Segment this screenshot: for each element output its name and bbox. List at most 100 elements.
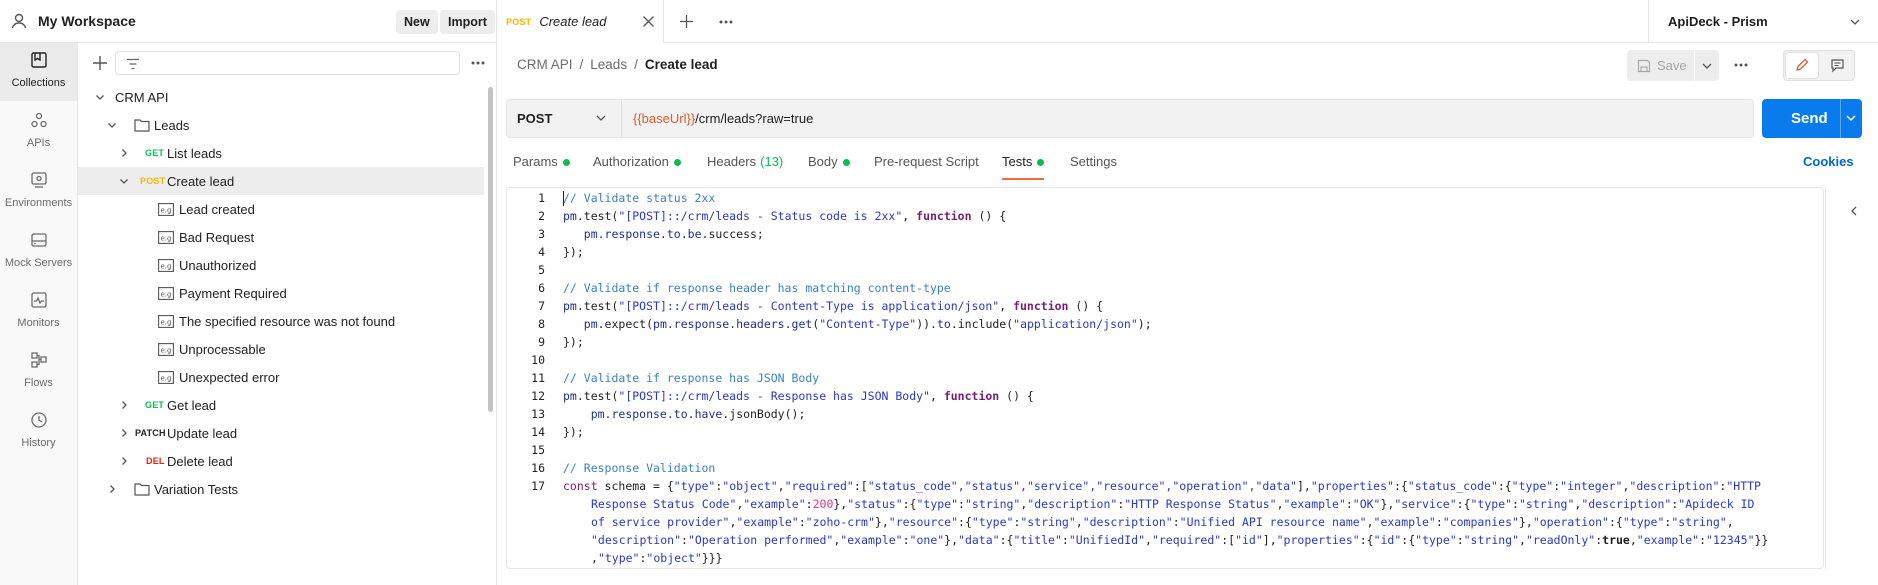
tab-settings[interactable]: Settings: [1070, 152, 1117, 182]
code-token: "service": [1394, 497, 1457, 511]
tree-example[interactable]: e.g Payment Required: [78, 279, 484, 307]
tab-headers[interactable]: Headers (13): [707, 152, 783, 182]
code-token: true: [1602, 533, 1630, 547]
rail-item-monitors[interactable]: Monitors: [0, 283, 77, 341]
tree-example[interactable]: e.g Lead created: [78, 195, 484, 223]
tab-tests[interactable]: Tests: [1002, 152, 1045, 182]
close-icon[interactable]: [642, 15, 655, 28]
code-token: "Unified API resource name": [1179, 515, 1367, 529]
more-options-icon[interactable]: [1733, 59, 1749, 71]
line-number: 1: [538, 191, 545, 205]
send-button[interactable]: Send: [1762, 99, 1862, 138]
code-token: ,: [1145, 533, 1152, 547]
tree-folder-variation-tests[interactable]: Variation Tests: [78, 475, 484, 503]
tab-label: Params: [513, 154, 558, 169]
edit-mode-button[interactable]: [1786, 53, 1818, 78]
tree-request-list-leads[interactable]: GET List leads: [78, 139, 484, 167]
code-token: "one": [909, 533, 945, 547]
tree-collection-crm-api[interactable]: CRM API: [78, 83, 484, 111]
tree-example[interactable]: e.g The specified resource was not found: [78, 307, 484, 335]
url-input[interactable]: {{baseUrl}}/crm/leads?raw=true: [633, 111, 813, 126]
tree-request-get-lead[interactable]: GET Get lead: [78, 391, 484, 419]
sidebar: My Workspace New Import Collections APIs…: [0, 0, 497, 585]
chevron-down-icon[interactable]: [1845, 112, 1857, 124]
code-token: :: [1061, 533, 1069, 547]
code-token: .: [687, 407, 695, 421]
code-token: "resource": [888, 515, 959, 529]
cookies-link[interactable]: Cookies: [1803, 154, 1854, 169]
breadcrumb-leads[interactable]: Leads: [590, 57, 627, 72]
http-method-select[interactable]: POST: [507, 100, 622, 137]
workspace-name[interactable]: My Workspace: [38, 13, 136, 29]
breadcrumb-separator: /: [579, 57, 584, 72]
rail-item-collections[interactable]: Collections: [0, 43, 77, 101]
code-token: Response Status Code": [591, 497, 737, 511]
line-number: 4: [538, 245, 545, 259]
code-token: )).: [916, 317, 937, 331]
code-token: const: [563, 479, 598, 493]
code-token: 200: [812, 497, 834, 511]
apis-icon: [30, 112, 47, 128]
code-token: :{: [1497, 479, 1512, 493]
monitors-icon: [30, 292, 47, 308]
tree-request-create-lead[interactable]: POST Create lead: [78, 167, 484, 195]
code-token: :: [902, 533, 910, 547]
environment-select[interactable]: ApiDeck - Prism: [1648, 0, 1878, 43]
tree-example[interactable]: e.g Unexpected error: [78, 363, 484, 391]
code-line: pm.expect(pm.response.headers.get("Conte…: [563, 317, 1152, 331]
tab-params[interactable]: Params: [513, 152, 570, 182]
more-options-icon[interactable]: [470, 55, 486, 71]
code-token: },: [944, 533, 959, 547]
filter-input[interactable]: [115, 51, 460, 75]
breadcrumb-current[interactable]: Create lead: [645, 57, 718, 72]
tab-body[interactable]: Body: [808, 152, 850, 182]
tree-example[interactable]: e.g Bad Request: [78, 223, 484, 251]
tab-pre-request-script[interactable]: Pre-request Script: [874, 152, 979, 182]
code-token: ,: [1366, 515, 1374, 529]
line-number: 7: [538, 299, 545, 313]
tree-example[interactable]: e.g Unauthorized: [78, 251, 484, 279]
rail-item-mock-servers[interactable]: Mock Servers: [0, 223, 77, 281]
import-button[interactable]: Import: [440, 10, 495, 34]
chevron-right-icon: [122, 149, 127, 157]
comment-icon[interactable]: [1830, 58, 1845, 73]
code-token: :: [681, 533, 688, 547]
request-label: Create lead: [167, 173, 235, 189]
tree-request-update-lead[interactable]: PATCH Update lead: [78, 419, 484, 447]
new-button[interactable]: New: [396, 10, 438, 34]
tests-code-editor[interactable]: 1 2 3 4 5 6 7 8 9 10 11 12 13 14 15 16 1…: [506, 187, 1824, 569]
more-tabs-icon[interactable]: [718, 16, 734, 28]
line-number: 10: [531, 353, 545, 367]
filter-icon: [127, 58, 139, 70]
history-icon: [30, 412, 47, 428]
tree-scrollbar[interactable]: [488, 87, 493, 412]
code-token: to: [673, 407, 688, 421]
save-button[interactable]: Save: [1637, 58, 1687, 73]
breadcrumb: CRM API / Leads / Create lead: [517, 57, 718, 72]
example-icon: e.g: [158, 371, 174, 384]
code-token: .response.: [604, 407, 674, 421]
tab-authorization[interactable]: Authorization: [593, 152, 681, 182]
code-token: "id": [1373, 533, 1402, 547]
code-line: });: [563, 335, 584, 349]
tree-request-delete-lead[interactable]: DEL Delete lead: [78, 447, 484, 475]
rail-item-history[interactable]: History: [0, 403, 77, 461]
line-number: 3: [538, 227, 545, 241]
add-collection-icon[interactable]: [90, 53, 110, 73]
code-token: ,: [591, 551, 598, 565]
tree-folder-leads[interactable]: Leads: [78, 111, 484, 139]
code-token: "operation": [1532, 515, 1609, 529]
code-token: },: [874, 515, 889, 529]
code-token: "properties": [1276, 533, 1360, 547]
code-token: :{: [1401, 533, 1416, 547]
breadcrumb-crm-api[interactable]: CRM API: [517, 57, 573, 72]
chevron-down-icon[interactable]: [1701, 60, 1713, 72]
rail-item-environments[interactable]: Environments: [0, 163, 77, 221]
rail-item-apis[interactable]: APIs: [0, 103, 77, 161]
code-token: "description": [1082, 515, 1173, 529]
rail-item-flows[interactable]: Flows: [0, 343, 77, 401]
tree-example[interactable]: e.g Unprocessable: [78, 335, 484, 363]
tab-create-lead[interactable]: POST Create lead: [498, 0, 664, 43]
new-tab-icon[interactable]: [679, 14, 694, 29]
chevron-left-icon[interactable]: [1848, 205, 1860, 217]
